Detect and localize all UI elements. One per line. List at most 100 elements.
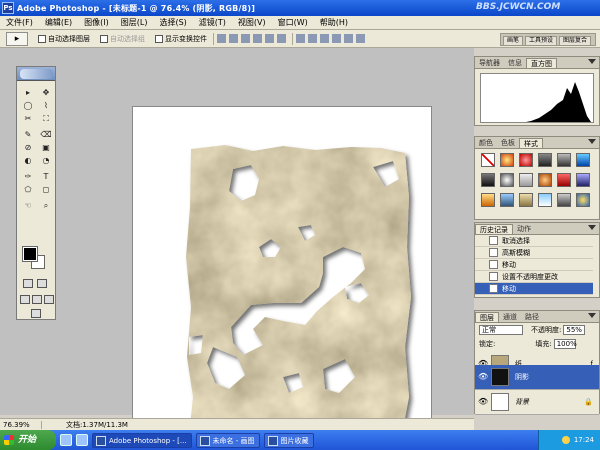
tab-histogram[interactable]: 直方图 [526, 58, 557, 68]
align-middle-icon[interactable] [229, 34, 238, 43]
blend-mode-select[interactable]: 正常 [479, 325, 523, 335]
slice-tool-icon[interactable]: ⛶ [38, 113, 54, 124]
style-swatch[interactable] [519, 173, 533, 187]
tool-preset-picker[interactable]: ▸ [6, 31, 28, 46]
menu-view[interactable]: 视图(V) [232, 17, 272, 28]
jump-to-imageready-icon[interactable] [31, 309, 41, 318]
style-swatch[interactable] [576, 173, 590, 187]
zoom-tool-icon[interactable]: ⌕ [38, 200, 54, 211]
zoom-level[interactable]: 76.39% [0, 420, 42, 429]
panel-menu-icon[interactable] [588, 225, 596, 232]
taskbar-button-photoshop[interactable]: Adobe Photoshop - [... [92, 432, 192, 448]
quick-mask-mode-icon[interactable] [37, 279, 47, 288]
quick-launch-ie-icon[interactable] [60, 434, 72, 446]
align-left-icon[interactable] [253, 34, 262, 43]
gradient-tool-icon[interactable]: ▣ [38, 142, 54, 153]
quick-launch-desktop-icon[interactable] [76, 434, 88, 446]
panel-menu-icon[interactable] [588, 313, 596, 320]
style-swatch[interactable] [576, 153, 590, 167]
panel-menu-icon[interactable] [588, 59, 596, 66]
tray-icon[interactable] [561, 436, 570, 444]
tab-swatches[interactable]: 色板 [497, 138, 519, 148]
history-state[interactable]: 移动 [475, 259, 593, 271]
style-swatch[interactable] [557, 193, 571, 207]
eraser-tool-icon[interactable]: ⌫ [38, 129, 54, 140]
dodge-tool-icon[interactable]: ◐ [20, 155, 36, 166]
screen-mode-full-icon[interactable] [44, 295, 54, 304]
distribute-bottom-icon[interactable] [320, 34, 329, 43]
eye-icon[interactable]: 👁 [478, 372, 488, 382]
menu-window[interactable]: 窗口(W) [272, 17, 314, 28]
menu-file[interactable]: 文件(F) [0, 17, 39, 28]
fill-input[interactable]: 100% [553, 339, 577, 349]
well-tab-tool-presets[interactable]: 工具预设 [525, 36, 558, 45]
tab-styles[interactable]: 样式 [519, 138, 543, 148]
clock[interactable]: 17:24 [574, 436, 594, 444]
tab-layers[interactable]: 图层 [475, 312, 499, 322]
style-swatch[interactable] [519, 153, 533, 167]
style-swatch[interactable] [538, 173, 552, 187]
auto-select-group-checkbox[interactable]: 自动选择组 [100, 34, 145, 44]
style-swatch[interactable] [519, 193, 533, 207]
eye-icon[interactable]: 👁 [478, 397, 488, 407]
path-select-tool-icon[interactable]: ⬠ [20, 184, 36, 195]
taskbar-button-paint[interactable]: 未命名 - 画图 [195, 432, 260, 448]
auto-select-layer-checkbox[interactable]: 自动选择图层 [38, 34, 90, 44]
menu-help[interactable]: 帮助(H) [314, 17, 354, 28]
style-swatch[interactable] [576, 193, 590, 207]
healing-tool-icon[interactable]: ⊘ [20, 142, 36, 153]
history-state[interactable]: 高斯模糊 [475, 247, 593, 259]
align-bottom-icon[interactable] [241, 34, 250, 43]
well-tab-brushes[interactable]: 画笔 [503, 36, 524, 45]
type-tool-icon[interactable]: T [38, 171, 54, 182]
foreground-color-swatch[interactable] [22, 246, 38, 262]
tab-navigator[interactable]: 导航器 [475, 58, 504, 68]
magic-wand-tool-icon[interactable]: ⌇ [38, 100, 54, 111]
document-canvas[interactable] [132, 106, 432, 448]
panel-menu-icon[interactable] [588, 139, 596, 146]
tab-paths[interactable]: 路径 [521, 312, 543, 322]
align-right-icon[interactable] [277, 34, 286, 43]
opacity-input[interactable]: 55% [563, 325, 586, 335]
align-center-icon[interactable] [265, 34, 274, 43]
crop-tool-icon[interactable]: ✂ [20, 113, 36, 124]
toolbox-header[interactable] [17, 67, 55, 81]
tab-info[interactable]: 信息 [504, 58, 526, 68]
menu-filter[interactable]: 滤镜(T) [193, 17, 232, 28]
style-swatch[interactable] [557, 153, 571, 167]
screen-mode-standard-icon[interactable] [20, 295, 30, 304]
menu-edit[interactable]: 编辑(E) [39, 17, 78, 28]
taskbar-button-pictures[interactable]: 图片收藏 [263, 432, 314, 448]
tab-history[interactable]: 历史记录 [475, 224, 513, 234]
hand-tool-icon[interactable]: ☜ [20, 200, 36, 211]
well-tab-layer-comps[interactable]: 图层复合 [559, 36, 592, 45]
shape-tool-icon[interactable]: ◻ [38, 184, 54, 195]
menu-image[interactable]: 图像(I) [78, 17, 115, 28]
style-swatch[interactable] [557, 173, 571, 187]
tab-color[interactable]: 颜色 [475, 138, 497, 148]
move-tool-icon[interactable]: ▸ [20, 87, 36, 98]
pen-tool-icon[interactable]: ✑ [20, 171, 36, 182]
start-button[interactable]: 开始 [0, 430, 56, 450]
marquee-tool-icon[interactable]: ✥ [38, 87, 54, 98]
style-swatch[interactable] [500, 193, 514, 207]
lasso-tool-icon[interactable]: ◯ [20, 100, 36, 111]
style-none-swatch[interactable] [481, 153, 495, 167]
style-swatch[interactable] [538, 153, 552, 167]
distribute-left-icon[interactable] [332, 34, 341, 43]
show-transform-checkbox[interactable]: 显示变换控件 [155, 34, 207, 44]
menu-select[interactable]: 选择(S) [153, 17, 192, 28]
distribute-center-icon[interactable] [344, 34, 353, 43]
tab-channels[interactable]: 通道 [499, 312, 521, 322]
history-state[interactable]: 取消选择 [475, 235, 593, 247]
history-state-current[interactable]: 移动 [475, 283, 593, 295]
style-swatch[interactable] [500, 173, 514, 187]
menu-layer[interactable]: 图层(L) [115, 17, 154, 28]
screen-mode-menu-icon[interactable] [32, 295, 42, 304]
standard-mode-icon[interactable] [23, 279, 33, 288]
align-top-icon[interactable] [217, 34, 226, 43]
tab-actions[interactable]: 动作 [513, 224, 535, 234]
style-swatch[interactable] [481, 173, 495, 187]
history-state[interactable]: 设置不透明度更改 [475, 271, 593, 283]
style-swatch[interactable] [538, 193, 552, 207]
